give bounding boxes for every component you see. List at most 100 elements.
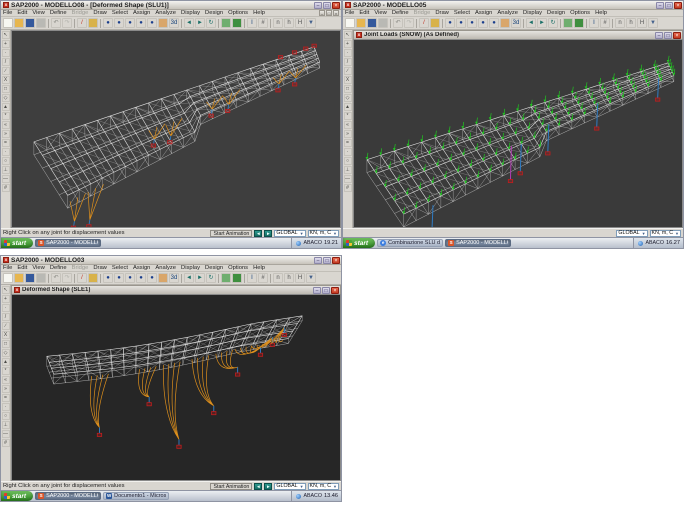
clear-selection-icon[interactable]: » [2, 385, 10, 393]
draw-frame-icon[interactable]: / [344, 58, 352, 66]
menu-design[interactable]: Design [205, 265, 223, 272]
quick-brace-icon[interactable]: h [626, 18, 636, 28]
quick-draw-brace-icon[interactable]: X [2, 331, 10, 339]
get-previous-selection-icon[interactable]: « [2, 121, 10, 129]
undo-icon[interactable]: ↶ [51, 18, 61, 28]
frame-section-icon[interactable]: I [247, 273, 257, 283]
redo-icon[interactable]: ↷ [62, 273, 72, 283]
quick-truss-icon[interactable]: H [637, 18, 647, 28]
lock-model-icon[interactable] [430, 18, 440, 28]
menu-file[interactable]: File [345, 10, 354, 17]
child-window-title-bar[interactable]: X Deformed Shape (SLE1) – □ × [11, 285, 341, 294]
menu-draw[interactable]: Draw [93, 10, 107, 17]
next-elevation-icon[interactable]: ► [195, 273, 205, 283]
menu-select[interactable]: Select [454, 10, 470, 17]
show-undeformed-icon[interactable] [232, 18, 242, 28]
snap-grid-icon[interactable]: # [344, 184, 352, 192]
snap-lines-icon[interactable]: — [2, 175, 10, 183]
draw-poly-area-icon[interactable]: ◇ [2, 94, 10, 102]
menu-define[interactable]: Define [50, 10, 67, 17]
snap-grid-icon[interactable]: # [2, 184, 10, 192]
more-tools-dropdown-icon[interactable]: ▼ [306, 18, 316, 28]
select-reshape-icon[interactable]: + [344, 40, 352, 48]
draw-poly-area-icon[interactable]: ◇ [2, 349, 10, 357]
frame-section-icon[interactable]: I [247, 18, 257, 28]
menu-define[interactable]: Define [392, 10, 409, 17]
joint-loads-3d-view[interactable] [353, 39, 683, 228]
draw-frame-icon[interactable]: / [2, 313, 10, 321]
menu-help[interactable]: Help [253, 10, 265, 17]
menu-view[interactable]: View [32, 265, 44, 272]
quick-draw-frame-icon[interactable]: ∕ [2, 322, 10, 330]
restore-button[interactable]: □ [323, 257, 331, 264]
child-restore-button[interactable]: □ [326, 10, 332, 16]
tray-app-icon[interactable] [296, 241, 301, 246]
quick-draw-area-icon[interactable]: ▲ [344, 103, 352, 111]
reshape-icon[interactable]: / [77, 273, 87, 283]
print-icon[interactable] [378, 18, 388, 28]
prev-elevation-icon[interactable]: ◄ [526, 18, 536, 28]
draw-quad-area-icon[interactable]: □ [2, 340, 10, 348]
select-reshape-icon[interactable]: + [2, 40, 10, 48]
view-3d-icon[interactable]: 3d [169, 273, 179, 283]
menu-file[interactable]: File [3, 10, 12, 17]
object-shrink-icon[interactable] [221, 273, 231, 283]
menu-edit[interactable]: Edit [359, 10, 369, 17]
new-model-icon[interactable] [3, 273, 13, 283]
snap-perpendicular-icon[interactable]: ⊥ [344, 166, 352, 174]
display-options-icon[interactable]: # [258, 273, 268, 283]
snap-intersections-icon[interactable]: ○ [344, 157, 352, 165]
snap-lines-icon[interactable]: — [344, 175, 352, 183]
display-options-icon[interactable]: # [600, 18, 610, 28]
snap-midpoints-icon[interactable]: · [2, 148, 10, 156]
menu-analyze[interactable]: Analyze [155, 265, 176, 272]
menu-help[interactable]: Help [253, 265, 265, 272]
quick-frame-icon[interactable]: n [273, 18, 283, 28]
zoom-in-icon[interactable]: ● [136, 18, 146, 28]
restore-full-view-icon[interactable]: ● [456, 18, 466, 28]
rotate-view-icon[interactable]: ↻ [548, 18, 558, 28]
close-button[interactable]: × [332, 257, 340, 264]
start-button[interactable]: start [343, 238, 375, 248]
select-all-icon[interactable]: * [2, 367, 10, 375]
minimize-button[interactable]: – [314, 257, 322, 264]
menu-edit[interactable]: Edit [17, 265, 27, 272]
restore-full-view-icon[interactable]: ● [114, 18, 124, 28]
deformed-shape-3d-view[interactable] [11, 294, 341, 481]
menu-help[interactable]: Help [595, 10, 607, 17]
minimize-button[interactable]: – [656, 2, 664, 9]
draw-joint-icon[interactable]: · [2, 49, 10, 57]
display-options-icon[interactable]: # [258, 18, 268, 28]
menu-assign[interactable]: Assign [475, 10, 492, 17]
quick-draw-frame-icon[interactable]: ∕ [2, 67, 10, 75]
menu-options[interactable]: Options [570, 10, 590, 17]
quick-brace-icon[interactable]: h [284, 18, 294, 28]
snap-joints-icon[interactable]: = [344, 139, 352, 147]
redo-icon[interactable]: ↷ [62, 18, 72, 28]
taskbar-item[interactable]: SSAP2000 - MODELLO... [35, 239, 101, 247]
select-pointer-icon[interactable]: ↖ [2, 31, 10, 39]
select-all-icon[interactable]: * [344, 112, 352, 120]
menu-draw[interactable]: Draw [435, 10, 449, 17]
save-file-icon[interactable] [25, 18, 35, 28]
open-file-icon[interactable] [14, 273, 24, 283]
menu-options[interactable]: Options [228, 10, 248, 17]
units-select[interactable]: KN, m, C ▼ [308, 483, 339, 490]
start-button[interactable]: start [1, 491, 33, 501]
quick-frame-icon[interactable]: n [615, 18, 625, 28]
snap-perpendicular-icon[interactable]: ⊥ [2, 421, 10, 429]
print-icon[interactable] [36, 18, 46, 28]
more-tools-dropdown-icon[interactable]: ▼ [306, 273, 316, 283]
new-model-icon[interactable] [345, 18, 355, 28]
taskbar-item[interactable]: WDocumento1 - Micros... [103, 492, 169, 500]
select-pointer-icon[interactable]: ↖ [2, 286, 10, 294]
child-restore-button[interactable]: □ [322, 287, 330, 294]
close-button[interactable]: × [674, 2, 682, 9]
menu-view[interactable]: View [374, 10, 386, 17]
menu-select[interactable]: Select [112, 265, 128, 272]
lock-model-icon[interactable] [88, 273, 98, 283]
menu-view[interactable]: View [32, 10, 44, 17]
quick-draw-area-icon[interactable]: ▲ [2, 103, 10, 111]
menu-display[interactable]: Display [181, 265, 200, 272]
deformed-shape-3d-view[interactable] [11, 30, 341, 228]
